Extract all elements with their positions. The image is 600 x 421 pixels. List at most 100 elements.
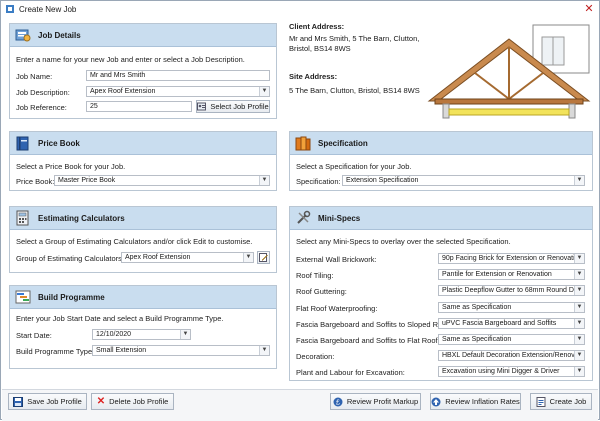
close-icon[interactable]: ✕ — [583, 3, 595, 15]
mini-spec-label: Plant and Labour for Excavation: — [296, 368, 405, 378]
build-programme-title: Build Programme — [38, 292, 105, 302]
delete-icon: ✕ — [96, 396, 106, 407]
job-reference-label: Job Reference: — [16, 103, 67, 112]
specification-description: Select a Specification for your Job. — [296, 162, 412, 171]
mini-specs-title: Mini-Specs — [318, 213, 361, 223]
chevron-down-icon[interactable]: ▼ — [259, 346, 269, 355]
specification-title: Specification — [318, 138, 368, 148]
create-job-window: Create New Job ✕ Job Details Enter a nam… — [0, 0, 600, 421]
mini-spec-combo[interactable]: HBXL Default Decoration Extension/Renov ▼ — [438, 350, 585, 362]
price-book-description: Select a Price Book for your Job. — [16, 162, 126, 171]
mini-spec-value: 90p Facing Brick for Extension or Renova… — [442, 255, 575, 262]
delete-job-profile-button[interactable]: ✕ Delete Job Profile — [91, 393, 174, 410]
review-inflation-rates-button[interactable]: Review Inflation Rates — [430, 393, 521, 410]
build-programme-header: Build Programme — [10, 286, 276, 309]
price-book-title: Price Book — [38, 138, 80, 148]
mini-spec-combo[interactable]: Pantile for Extension or Renovation ▼ — [438, 269, 585, 281]
price-book-value: Master Price Book — [58, 177, 116, 184]
app-icon — [6, 5, 14, 13]
estimating-header: Estimating Calculators — [10, 207, 276, 230]
specification-combo[interactable]: Extension Specification ▼ — [342, 175, 585, 186]
specification-header: Specification — [290, 132, 592, 155]
gantt-icon — [15, 290, 31, 304]
client-address-label: Client Address: — [289, 22, 345, 31]
edit-icon — [259, 253, 268, 262]
currency-icon: £ — [333, 397, 343, 406]
start-date-label: Start Date: — [16, 331, 52, 340]
job-name-label: Job Name: — [16, 72, 53, 81]
site-address-line1: 5 The Barn, Clutton, Bristol, BS14 8WS — [289, 86, 420, 95]
chevron-down-icon[interactable]: ▼ — [259, 87, 269, 96]
job-reference-field[interactable]: 25 — [86, 101, 192, 112]
books-icon — [295, 136, 311, 151]
estimating-description: Select a Group of Estimating Calculators… — [16, 237, 253, 246]
mini-spec-combo[interactable]: Plastic Deepflow Gutter to 68mm Round D ▼ — [438, 285, 585, 297]
mini-spec-combo[interactable]: 90p Facing Brick for Extension or Renova… — [438, 253, 585, 264]
mini-spec-value: Excavation using Mini Digger & Driver — [442, 368, 560, 376]
estimating-label: Group of Estimating Calculators: — [16, 254, 124, 263]
chevron-down-icon[interactable]: ▼ — [574, 351, 584, 361]
client-address-line1: Mr and Mrs Smith, 5 The Barn, Clutton, — [289, 34, 420, 43]
mini-spec-value: Pantile for Extension or Renovation — [442, 271, 552, 279]
save-job-profile-button[interactable]: Save Job Profile — [8, 393, 87, 410]
mini-specs-header: Mini-Specs — [290, 207, 592, 230]
job-description-label: Job Description: — [16, 88, 70, 97]
edit-calculators-button[interactable] — [257, 251, 270, 264]
create-job-button[interactable]: Create Job — [530, 393, 592, 410]
job-name-field[interactable]: Mr and Mrs Smith — [86, 70, 270, 81]
chevron-down-icon[interactable]: ▼ — [574, 302, 584, 312]
chevron-down-icon[interactable]: ▼ — [574, 270, 584, 280]
chevron-down-icon[interactable]: ▼ — [259, 176, 269, 185]
chevron-down-icon[interactable]: ▼ — [574, 176, 584, 185]
review-inflation-rates-label: Review Inflation Rates — [445, 397, 520, 406]
tools-icon — [297, 210, 311, 224]
arrow-up-icon — [431, 397, 441, 406]
specification-label: Specification: — [296, 177, 341, 186]
chevron-down-icon[interactable]: ▼ — [243, 253, 253, 262]
new-document-icon — [536, 396, 546, 407]
svg-text:£: £ — [336, 399, 340, 406]
chevron-down-icon[interactable]: ▼ — [574, 318, 584, 328]
chevron-down-icon[interactable]: ▼ — [574, 335, 584, 344]
build-type-combo[interactable]: Small Extension ▼ — [92, 345, 270, 356]
mini-spec-label: Fascia Bargeboard and Soffits to Sloped … — [296, 319, 455, 329]
create-job-label: Create Job — [549, 397, 587, 406]
mini-spec-label: Fascia Bargeboard and Soffits to Flat Ro… — [296, 336, 444, 345]
mini-spec-label: Decoration: — [296, 352, 335, 362]
mini-spec-label: Roof Guttering: — [296, 287, 347, 297]
start-date-picker[interactable]: 12/10/2020 ▼ — [92, 329, 191, 340]
calculator-icon — [16, 210, 29, 226]
mini-spec-combo[interactable]: Same as Specification ▼ — [438, 301, 585, 313]
chevron-down-icon[interactable]: ▼ — [180, 330, 190, 339]
select-job-profile-button[interactable]: Select Job Profile — [196, 100, 270, 113]
estimating-combo[interactable]: Apex Roof Extension ▼ — [121, 252, 254, 263]
roof-illustration-icon — [427, 24, 591, 119]
job-description-combo[interactable]: Apex Roof Extension ▼ — [86, 86, 270, 97]
chevron-down-icon[interactable]: ▼ — [574, 254, 584, 263]
review-profit-markup-label: Review Profit Markup — [346, 397, 419, 406]
estimating-title: Estimating Calculators — [38, 213, 125, 223]
job-details-title: Job Details — [38, 30, 81, 40]
price-book-combo[interactable]: Master Price Book ▼ — [54, 175, 270, 186]
chevron-down-icon[interactable]: ▼ — [574, 286, 584, 296]
review-profit-markup-button[interactable]: £ Review Profit Markup — [330, 393, 421, 410]
chevron-down-icon[interactable]: ▼ — [574, 367, 584, 377]
build-programme-panel: Build Programme — [9, 285, 277, 369]
site-address-label: Site Address: — [289, 72, 338, 81]
job-details-description: Enter a name for your new Job and enter … — [16, 55, 245, 64]
mini-spec-value: Same as Specification — [442, 336, 512, 343]
job-details-icon — [15, 29, 31, 42]
save-icon — [13, 396, 24, 407]
mini-spec-combo[interactable]: Excavation using Mini Digger & Driver ▼ — [438, 366, 585, 378]
start-date-value: 12/10/2020 — [96, 331, 132, 338]
mini-spec-value: Plastic Deepflow Gutter to 68mm Round D — [442, 287, 574, 295]
job-description-value: Apex Roof Extension — [90, 88, 156, 95]
mini-spec-value: Same as Specification — [442, 303, 512, 311]
mini-spec-combo[interactable]: uPVC Fascia Bargeboard and Soffits ▼ — [438, 317, 585, 329]
mini-spec-value: HBXL Default Decoration Extension/Renov — [442, 352, 575, 360]
price-book-header: Price Book — [10, 132, 276, 155]
build-programme-description: Enter your Job Start Date and select a B… — [16, 314, 224, 323]
price-book-label: Price Book: — [16, 177, 55, 186]
mini-spec-combo[interactable]: Same as Specification ▼ — [438, 334, 585, 345]
book-icon — [16, 136, 29, 151]
